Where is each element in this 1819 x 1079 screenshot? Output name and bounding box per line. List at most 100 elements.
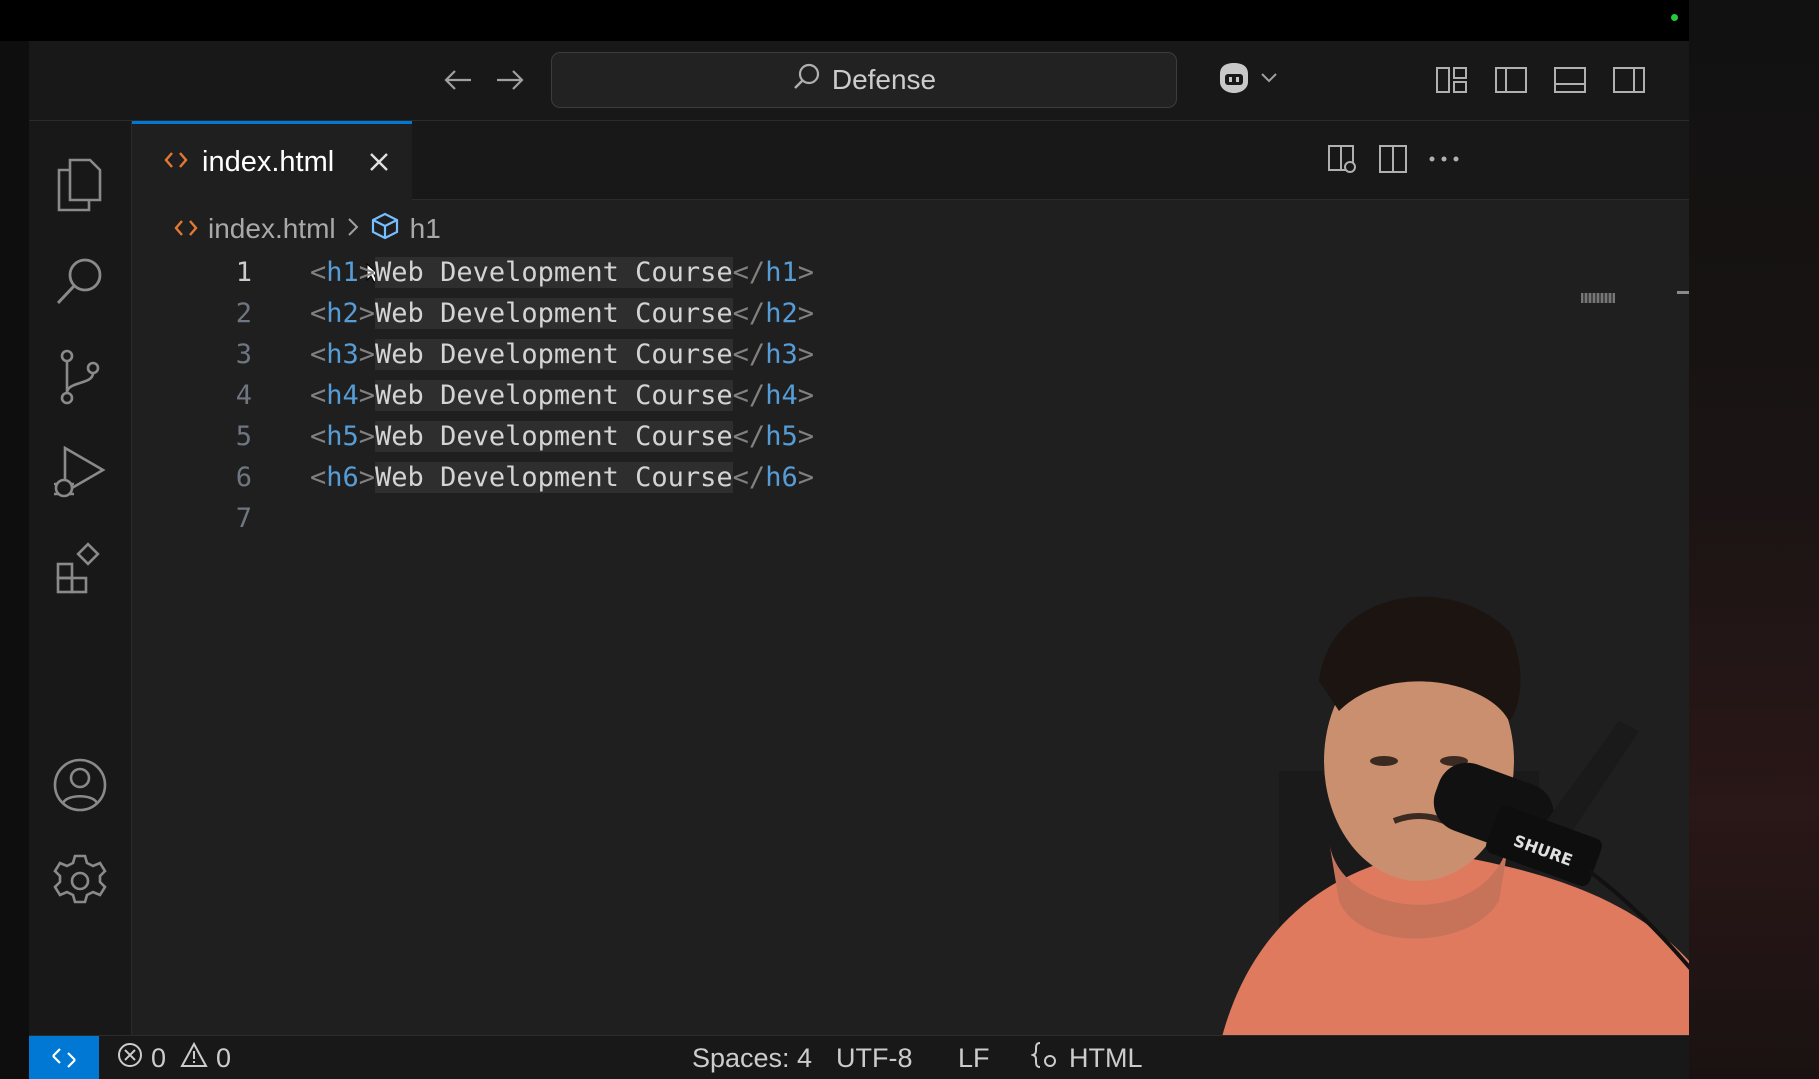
tag-bracket: </ <box>732 462 766 493</box>
editor-tab-bar: index.html <box>132 121 1689 200</box>
tab-index-html[interactable]: index.html <box>132 121 412 200</box>
search-text: Defense <box>831 64 937 95</box>
code-editor[interactable]: 1 <h1>Web Development Course</h1> 2 <h2>Web… <box>132 252 1532 539</box>
copilot-menu[interactable] <box>1214 59 1278 101</box>
line-number: 3 <box>235 339 252 370</box>
title-bar: Defense <box>29 41 1689 121</box>
screen-right-background <box>1689 0 1819 1079</box>
settings-gear-icon[interactable] <box>46 847 114 915</box>
tag-bracket: < <box>310 421 327 452</box>
tag-bracket: > <box>797 298 814 329</box>
toggle-panel-icon[interactable] <box>1551 61 1589 99</box>
overview-ruler-marker <box>1677 291 1689 294</box>
eol-selector[interactable]: LF <box>958 1036 990 1079</box>
line-number: 5 <box>235 421 252 452</box>
line-source: <h4>Web Development Course</h4> <box>310 380 814 411</box>
code-line[interactable]: 7 <box>132 498 1532 539</box>
tag-bracket: > <box>797 339 814 370</box>
tag-name: h5 <box>765 421 798 452</box>
problems-indicator[interactable]: 0 0 <box>117 1036 231 1079</box>
status-bar: 0 0 Spaces: 4 UTF-8 LF HTML <box>29 1035 1689 1079</box>
language-mode-selector[interactable]: HTML <box>1029 1036 1143 1079</box>
explorer-icon[interactable] <box>46 151 114 219</box>
heading-text: Web Development Course <box>375 298 733 329</box>
line-number: 7 <box>235 503 252 534</box>
html-file-icon <box>174 213 198 245</box>
code-line[interactable]: 1 <h1>Web Development Course</h1> <box>132 252 1532 293</box>
tag-bracket: > <box>797 380 814 411</box>
account-icon[interactable] <box>46 751 114 819</box>
braces-icon <box>1029 1041 1061 1076</box>
chevron-down-icon <box>1260 71 1278 89</box>
tag-name: h6 <box>326 462 359 493</box>
code-line[interactable]: 3 <h3>Web Development Course</h3> <box>132 334 1532 375</box>
breadcrumb-file[interactable]: index.html <box>208 213 336 245</box>
line-number: 2 <box>235 298 252 329</box>
line-number: 4 <box>235 380 252 411</box>
heading-text: Web Development Course <box>375 462 733 493</box>
indentation-label: Spaces: 4 <box>692 1042 813 1073</box>
tag-name: h4 <box>326 380 359 411</box>
breadcrumb: index.html h1 <box>174 207 441 251</box>
screen-top-bar <box>0 0 1819 41</box>
tag-bracket: < <box>310 462 327 493</box>
encoding-selector[interactable]: UTF-8 <box>836 1036 913 1079</box>
symbol-icon <box>370 212 400 247</box>
error-icon <box>117 1042 143 1075</box>
tag-bracket: > <box>358 298 376 329</box>
run-debug-icon[interactable] <box>46 439 114 507</box>
tab-label: index.html <box>202 145 335 178</box>
breadcrumb-symbol[interactable]: h1 <box>410 213 441 245</box>
tag-bracket: > <box>358 380 376 411</box>
remote-icon[interactable] <box>29 1036 99 1079</box>
search-icon <box>792 62 822 99</box>
tag-bracket: > <box>358 257 376 288</box>
minimap[interactable] <box>1581 293 1615 303</box>
split-editor-icon[interactable] <box>1373 139 1413 179</box>
tag-bracket: </ <box>732 339 766 370</box>
language-label: HTML <box>1069 1042 1143 1073</box>
more-actions-icon[interactable] <box>1424 139 1464 179</box>
forward-arrow-icon[interactable] <box>493 63 527 97</box>
tag-bracket: </ <box>732 257 766 288</box>
indentation-selector[interactable]: Spaces: 4 <box>692 1036 812 1079</box>
vscode-window: Defense index.html index.html h1 1 <h1>W… <box>29 41 1689 1079</box>
source-control-icon[interactable] <box>46 343 114 411</box>
tag-name: h2 <box>765 298 798 329</box>
close-icon[interactable] <box>368 151 390 173</box>
tag-name: h6 <box>765 462 798 493</box>
line-source: <h3>Web Development Course</h3> <box>310 339 814 370</box>
tag-bracket: > <box>797 257 814 288</box>
tag-bracket: </ <box>732 380 766 411</box>
code-line[interactable]: 2 <h2>Web Development Course</h2> <box>132 293 1532 334</box>
tag-bracket: </ <box>732 298 766 329</box>
warning-icon <box>180 1041 208 1075</box>
customize-layout-icon[interactable] <box>1433 61 1471 99</box>
code-line[interactable]: 4 <h4>Web Development Course</h4> <box>132 375 1532 416</box>
code-line[interactable]: 6 <h6>Web Development Course</h6> <box>132 457 1532 498</box>
toggle-primary-sidebar-icon[interactable] <box>1492 61 1530 99</box>
warning-count: 0 <box>216 1042 232 1073</box>
line-source: <h5>Web Development Course</h5> <box>310 421 814 452</box>
tag-name: h1 <box>765 257 798 288</box>
code-line[interactable]: 5 <h5>Web Development Course</h5> <box>132 416 1532 457</box>
line-source: <h2>Web Development Course</h2> <box>310 298 814 329</box>
html-file-icon <box>164 150 188 175</box>
tag-name: h4 <box>765 380 798 411</box>
search-icon[interactable] <box>46 247 114 315</box>
toggle-secondary-sidebar-icon[interactable] <box>1610 61 1648 99</box>
command-center-search[interactable]: Defense <box>551 52 1177 108</box>
line-number: 1 <box>235 257 252 288</box>
back-arrow-icon[interactable] <box>441 63 475 97</box>
chevron-right-icon <box>346 213 360 245</box>
line-number: 6 <box>235 462 252 493</box>
extensions-icon[interactable] <box>46 535 114 603</box>
line-source: <h1>Web Development Course</h1> <box>310 257 814 288</box>
heading-text: Web Development Course <box>375 380 733 411</box>
heading-text: Web Development Course <box>375 421 733 452</box>
tag-name: h3 <box>765 339 798 370</box>
eol-label: LF <box>958 1042 990 1073</box>
heading-text: Web Development Course <box>375 339 733 370</box>
open-preview-icon[interactable] <box>1322 139 1362 179</box>
tag-bracket: < <box>310 298 327 329</box>
